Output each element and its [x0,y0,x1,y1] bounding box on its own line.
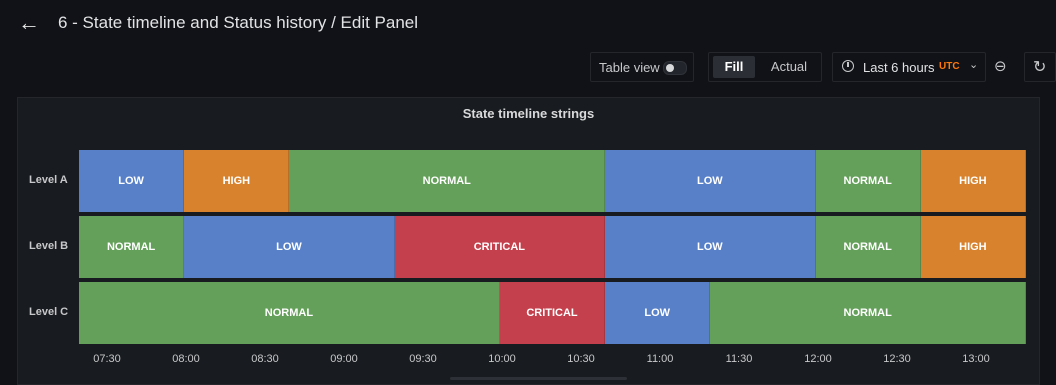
row-label: Level B [29,240,69,252]
state-segment-critical[interactable]: CRITICAL [394,216,606,278]
refresh-button[interactable]: ↻ [1024,52,1056,82]
x-axis-tick-label: 08:00 [172,353,200,365]
row-label: Level A [29,174,68,186]
x-axis-tick-label: 13:00 [962,353,990,365]
back-arrow-icon[interactable]: ← [18,12,44,36]
state-segment-low[interactable]: LOW [184,216,395,278]
x-axis-tick-label: 10:30 [567,353,595,365]
x-axis-tick-label: 12:00 [804,353,832,365]
chevron-down-icon: ⌄ [969,59,979,71]
fill-actual-radio-group: Fill Actual [708,52,822,82]
x-axis-tick-label: 11:30 [725,353,753,365]
zoom-out-icon: ⊖ [994,58,1007,75]
state-segment-low[interactable]: LOW [605,282,711,344]
state-segment-high[interactable]: HIGH [920,150,1026,212]
table-view-switch[interactable] [663,61,687,75]
page-title: 6 - State timeline and Status history / … [58,13,419,32]
x-axis-tick-label: 09:00 [330,353,358,365]
top-bar: ← 6 - State timeline and Status history … [0,0,1056,44]
state-segment-low[interactable]: LOW [605,216,816,278]
x-axis-tick-label: 12:30 [883,353,911,365]
state-segment-low[interactable]: LOW [605,150,816,212]
timezone-badge: UTC [939,61,960,72]
x-axis-tick-label: 07:30 [93,353,121,365]
table-view-label: Table view [599,60,660,75]
table-view-toggle[interactable]: Table view [590,52,694,82]
x-axis-tick-label: 08:30 [251,353,279,365]
refresh-icon: ↻ [1033,59,1047,76]
x-axis-tick-label: 11:00 [646,353,674,365]
zoom-out-button[interactable]: ⊖ [988,52,1016,82]
state-segment-low[interactable]: LOW [79,150,185,212]
panel-title: State timeline strings [462,106,595,121]
state-segment-normal[interactable]: NORMAL [815,216,921,278]
state-segment-normal[interactable]: NORMAL [710,282,1026,344]
state-segment-normal[interactable]: NORMAL [79,282,500,344]
panel-toolbar: Table view Fill Actual Last 6 hours UTC … [0,52,1056,82]
switch-knob [666,64,674,72]
state-segment-critical[interactable]: CRITICAL [499,282,606,344]
x-axis-tick-label: 09:30 [409,353,437,365]
time-range-picker[interactable]: Last 6 hours UTC ⌄ [832,52,986,82]
horizontal-scrollbar[interactable] [450,377,627,380]
row-label: Level C [29,306,69,318]
time-range-label: Last 6 hours [863,60,935,75]
state-segment-high[interactable]: HIGH [920,216,1026,278]
state-segment-high[interactable]: HIGH [184,150,290,212]
state-segment-normal[interactable]: NORMAL [815,150,921,212]
clock-icon [842,60,854,72]
fill-option[interactable]: Fill [713,56,755,78]
actual-option[interactable]: Actual [761,56,817,78]
state-segment-normal[interactable]: NORMAL [289,150,606,212]
x-axis-tick-label: 10:00 [488,353,516,365]
state-segment-normal[interactable]: NORMAL [79,216,185,278]
